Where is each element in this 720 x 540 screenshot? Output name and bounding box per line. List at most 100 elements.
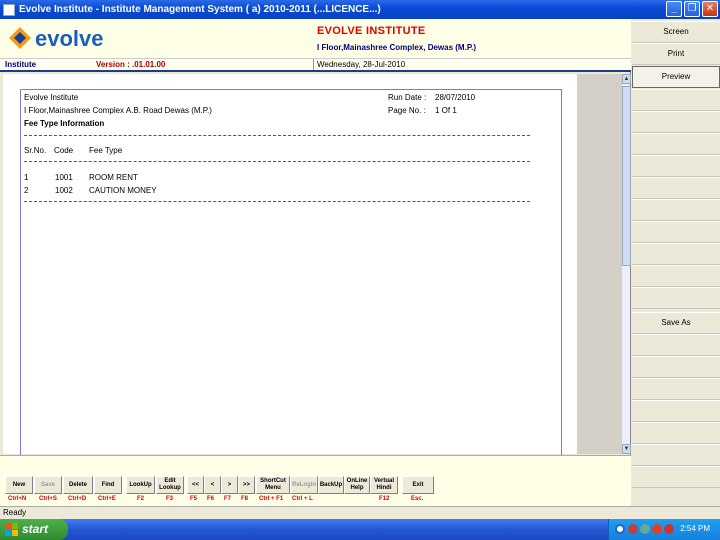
window-controls: _ ❐ ✕ bbox=[666, 1, 718, 17]
network-icon[interactable] bbox=[615, 524, 625, 534]
vertual-hindi-button[interactable]: Vertual Hindi bbox=[370, 476, 398, 494]
lookup-button[interactable]: LookUp bbox=[126, 476, 155, 494]
shortcut-key: Ctrl+S bbox=[39, 496, 57, 502]
tray-app-icon[interactable] bbox=[640, 524, 650, 534]
report-divider bbox=[24, 201, 530, 202]
current-date: Wednesday, 28-Jul-2010 bbox=[317, 60, 406, 69]
vertical-scrollbar[interactable]: ▲ ▼ bbox=[621, 74, 631, 454]
page-no: 1 Of 1 bbox=[435, 106, 457, 115]
preview-button[interactable]: Preview bbox=[632, 66, 720, 88]
shortcut-menu-button[interactable]: ShortCut Menu bbox=[256, 476, 290, 494]
empty-slot bbox=[632, 400, 720, 422]
shortcut-key: Esc. bbox=[411, 496, 424, 502]
empty-slot bbox=[632, 356, 720, 378]
shortcut-key: F3 bbox=[166, 496, 174, 502]
clock: 2:54 PM bbox=[680, 524, 710, 533]
module-label: Institute bbox=[5, 60, 37, 69]
next-record-button[interactable]: > bbox=[221, 476, 238, 494]
institute-address: I Floor,Mainashree Complex, Dewas (M.P.) bbox=[317, 43, 477, 52]
restore-icon[interactable]: ❐ bbox=[684, 1, 700, 17]
status-bar: Ready bbox=[0, 506, 720, 519]
empty-slot bbox=[632, 265, 720, 287]
minimize-icon[interactable]: _ bbox=[666, 1, 682, 17]
scroll-down-icon[interactable]: ▼ bbox=[622, 444, 631, 454]
bottom-toolbar: New Save Delete Find LookUp Edit Lookup … bbox=[0, 455, 631, 506]
report-divider bbox=[24, 135, 530, 136]
delete-button[interactable]: Delete bbox=[63, 476, 93, 494]
save-as-button[interactable]: Save As bbox=[632, 312, 720, 334]
report-page: Evolve Institute I Floor,Mainashree Comp… bbox=[3, 74, 577, 464]
shortcut-key: F7 bbox=[224, 496, 232, 502]
shortcut-key: Ctrl+N bbox=[8, 496, 27, 502]
new-button[interactable]: New bbox=[5, 476, 33, 494]
prev-record-button[interactable]: < bbox=[204, 476, 221, 494]
main-frame: evolve EVOLVE INSTITUTE I Floor,Mainashr… bbox=[0, 19, 631, 506]
empty-slot bbox=[632, 466, 720, 488]
tray-app-icon[interactable] bbox=[664, 524, 674, 534]
run-date-label: Run Date : bbox=[388, 93, 427, 102]
report-body: Evolve Institute I Floor,Mainashree Comp… bbox=[20, 89, 562, 464]
empty-slot bbox=[632, 444, 720, 466]
find-button[interactable]: Find bbox=[94, 476, 122, 494]
empty-slot bbox=[632, 422, 720, 444]
institute-name: EVOLVE INSTITUTE bbox=[317, 25, 426, 37]
scroll-up-icon[interactable]: ▲ bbox=[622, 74, 631, 84]
empty-slot bbox=[632, 243, 720, 265]
tray-app-icon[interactable] bbox=[628, 524, 638, 534]
empty-slot bbox=[632, 378, 720, 400]
close-icon[interactable]: ✕ bbox=[702, 1, 718, 17]
col-header-fee-type: Fee Type bbox=[89, 146, 123, 155]
run-date: 28/07/2010 bbox=[435, 93, 476, 102]
antivirus-icon[interactable] bbox=[652, 524, 662, 534]
empty-slot bbox=[632, 133, 720, 155]
taskbar: start 2:54 PM bbox=[0, 519, 720, 540]
online-help-button[interactable]: OnLine Help bbox=[344, 476, 370, 494]
empty-slot bbox=[632, 334, 720, 356]
logo-text: evolve bbox=[35, 26, 104, 51]
save-button[interactable]: Save bbox=[34, 476, 62, 494]
shortcut-key: Ctrl+D bbox=[68, 496, 87, 502]
scroll-thumb[interactable] bbox=[622, 86, 631, 266]
last-record-button[interactable]: >> bbox=[238, 476, 255, 494]
report-divider bbox=[24, 161, 530, 162]
shortcut-key: Ctrl + F1 bbox=[259, 496, 284, 502]
shortcut-key: F2 bbox=[137, 496, 145, 502]
empty-slot bbox=[632, 287, 720, 309]
empty-slot bbox=[632, 89, 720, 111]
shortcut-key: F8 bbox=[241, 496, 249, 502]
page-no-label: Page No. : bbox=[388, 106, 426, 115]
col-header-srno: Sr.No. bbox=[24, 146, 47, 155]
row-1-fee-type: ROOM RENT bbox=[89, 173, 138, 182]
empty-slot bbox=[632, 155, 720, 177]
start-label: start bbox=[22, 522, 49, 536]
shortcut-key: Ctrl + L bbox=[292, 496, 313, 502]
system-tray: 2:54 PM bbox=[608, 519, 720, 540]
edit-lookup-button[interactable]: Edit Lookup bbox=[156, 476, 184, 494]
shortcut-key: F5 bbox=[190, 496, 198, 502]
relogin-button[interactable]: ReLogin bbox=[290, 476, 318, 494]
start-button[interactable]: start bbox=[0, 519, 68, 540]
empty-slot bbox=[632, 221, 720, 243]
app-header: evolve EVOLVE INSTITUTE I Floor,Mainashr… bbox=[0, 19, 631, 59]
empty-slot bbox=[632, 177, 720, 199]
status-text: Ready bbox=[3, 508, 27, 517]
backup-button[interactable]: BackUp bbox=[318, 476, 344, 494]
empty-slot bbox=[632, 111, 720, 133]
report-address: I Floor,Mainashree Complex A.B. Road Dew… bbox=[24, 106, 212, 115]
row-2-srno: 2 bbox=[24, 186, 29, 195]
report-preview-area: Evolve Institute I Floor,Mainashree Comp… bbox=[3, 74, 631, 464]
version-label: Version : .01.01.00 bbox=[96, 60, 166, 69]
report-org: Evolve Institute bbox=[24, 93, 79, 102]
shortcut-key: F12 bbox=[379, 496, 390, 502]
empty-slot bbox=[632, 199, 720, 221]
window-titlebar[interactable]: Evolve Institute - Institute Management … bbox=[0, 0, 720, 19]
windows-flag-icon bbox=[5, 523, 18, 536]
screen-button[interactable]: Screen bbox=[632, 21, 720, 43]
row-1-srno: 1 bbox=[24, 173, 29, 182]
row-1-code: 1001 bbox=[55, 173, 73, 182]
output-options-panel: Screen Print Preview Save As bbox=[632, 19, 720, 506]
print-button[interactable]: Print bbox=[632, 43, 720, 65]
exit-button[interactable]: Exit bbox=[402, 476, 434, 494]
report-title: Fee Type Information bbox=[24, 119, 105, 128]
first-record-button[interactable]: << bbox=[187, 476, 204, 494]
